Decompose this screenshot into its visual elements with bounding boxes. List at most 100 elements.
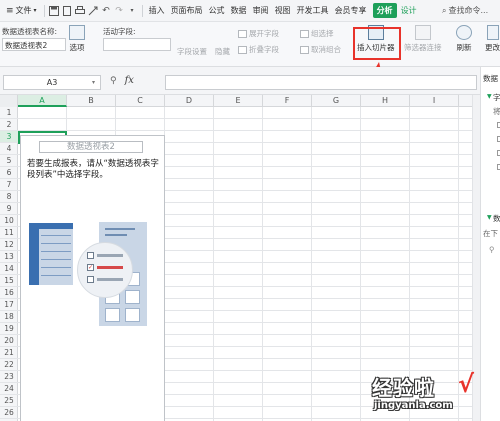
- ungroup-icon: [300, 45, 309, 54]
- menu-item-insert[interactable]: 插入: [146, 5, 168, 16]
- field-row-illustration: [87, 251, 123, 259]
- row-header[interactable]: 16: [0, 287, 18, 299]
- column-header-e[interactable]: E: [214, 95, 263, 107]
- row-header[interactable]: 12: [0, 239, 18, 251]
- menu-item-formulas[interactable]: 公式: [206, 5, 228, 16]
- column-header-f[interactable]: F: [263, 95, 312, 107]
- row-header[interactable]: 14: [0, 263, 18, 275]
- row-header[interactable]: 6: [0, 167, 18, 179]
- options-icon: [69, 25, 85, 40]
- tab-analyze[interactable]: 分析: [372, 3, 397, 18]
- row-header[interactable]: 11: [0, 227, 18, 239]
- refresh-button[interactable]: 刷新: [456, 25, 472, 53]
- save-icon[interactable]: [48, 4, 61, 17]
- formula-input[interactable]: [165, 75, 477, 90]
- pivot-instruction: 若要生成报表，请从“数据透视表字段列表”中选择字段。: [27, 159, 159, 180]
- menu-item-review[interactable]: 审阅: [250, 5, 272, 16]
- menu-item-developer[interactable]: 开发工具: [294, 5, 332, 16]
- filter-icon: ⚲: [489, 245, 495, 254]
- print-icon[interactable]: [74, 4, 87, 17]
- tab-design[interactable]: 设计: [397, 5, 421, 16]
- column-header-h[interactable]: H: [361, 95, 410, 107]
- row-header[interactable]: 8: [0, 191, 18, 203]
- row-header[interactable]: 18: [0, 311, 18, 323]
- refresh-icon: [456, 25, 472, 40]
- pane-drag-hint: 将: [493, 107, 500, 116]
- chevron-down-icon: ▾: [33, 7, 37, 14]
- row-header[interactable]: 13: [0, 251, 18, 263]
- group-selection-button[interactable]: 组选择: [300, 28, 334, 39]
- name-box[interactable]: A3: [3, 75, 101, 90]
- hamburger-icon: ≡: [6, 5, 14, 16]
- row-header[interactable]: 20: [0, 335, 18, 347]
- filter-connections-icon: [414, 25, 431, 40]
- active-field-input[interactable]: [103, 38, 171, 51]
- checkmark-icon: √: [458, 370, 475, 398]
- filter-connections-button[interactable]: 筛选器连接: [404, 25, 442, 53]
- row-header[interactable]: 19: [0, 323, 18, 335]
- row-header[interactable]: 23: [0, 371, 18, 383]
- row-header[interactable]: 3: [0, 131, 18, 143]
- separator: [43, 4, 45, 17]
- pivot-name-input[interactable]: 数据透视表2: [2, 38, 66, 51]
- column-header-c[interactable]: C: [116, 95, 165, 107]
- pivot-table-placeholder[interactable]: 数据透视表2 若要生成报表，请从“数据透视表字段列表”中选择字段。 ✓: [20, 135, 165, 421]
- row-header[interactable]: 9: [0, 203, 18, 215]
- row-header[interactable]: 1: [0, 107, 18, 119]
- fx-icon[interactable]: fx: [125, 75, 134, 86]
- row-header[interactable]: 25: [0, 395, 18, 407]
- separator: [141, 4, 143, 17]
- ungroup-button[interactable]: 取消组合: [300, 44, 341, 55]
- row-header[interactable]: 4: [0, 143, 18, 155]
- row-header[interactable]: 2: [0, 119, 18, 131]
- file-menu[interactable]: ≡ 文件 ▾: [0, 3, 41, 19]
- filter-connections-label: 筛选器连接: [404, 43, 442, 52]
- row-header[interactable]: 22: [0, 359, 18, 371]
- command-search[interactable]: ⌕ 查找命令...: [442, 3, 498, 18]
- group-selection-label: 组选择: [311, 29, 334, 38]
- redo-icon[interactable]: ↷: [113, 4, 126, 17]
- column-header-i[interactable]: I: [410, 95, 459, 107]
- expand-field-button[interactable]: 展开字段: [238, 28, 279, 39]
- watermark: 经验啦 √ jingyanla.com: [372, 370, 484, 418]
- change-source-button[interactable]: 更改: [485, 25, 500, 53]
- row-header[interactable]: 26: [0, 407, 18, 419]
- collapse-triangle-icon[interactable]: ▼: [487, 214, 492, 221]
- pane-section-areas: 数: [493, 214, 500, 223]
- menu-item-view[interactable]: 视图: [272, 5, 294, 16]
- change-source-label: 更改: [485, 43, 500, 52]
- more-chevron-icon[interactable]: ▾: [126, 4, 139, 17]
- undo-icon[interactable]: ↶: [100, 4, 113, 17]
- expand-field-icon: [238, 29, 247, 38]
- row-header[interactable]: 24: [0, 383, 18, 395]
- menu-item-member[interactable]: 会员专享: [332, 5, 370, 16]
- chevron-down-icon[interactable]: ▾: [92, 79, 95, 86]
- menu-item-data[interactable]: 数据: [228, 5, 250, 16]
- column-header-g[interactable]: G: [312, 95, 361, 107]
- hide-button[interactable]: 隐藏: [215, 46, 230, 57]
- column-header-b[interactable]: B: [67, 95, 116, 107]
- menu-item-page-layout[interactable]: 页面布局: [168, 5, 206, 16]
- row-header[interactable]: 17: [0, 299, 18, 311]
- table-illustration: [29, 223, 73, 285]
- print-preview-icon[interactable]: [61, 4, 74, 17]
- field-settings-button[interactable]: 字段设置: [177, 46, 207, 57]
- row-header[interactable]: 21: [0, 347, 18, 359]
- options-label: 选项: [69, 43, 85, 52]
- row-header[interactable]: 5: [0, 155, 18, 167]
- row-header[interactable]: 15: [0, 275, 18, 287]
- group-selection-icon: [300, 29, 309, 38]
- column-header-d[interactable]: D: [165, 95, 214, 107]
- row-header[interactable]: 10: [0, 215, 18, 227]
- formula-bar: A3 ▾ ⚲ fx: [0, 67, 480, 95]
- collapse-field-button[interactable]: 折叠字段: [238, 44, 279, 55]
- select-all-corner[interactable]: [0, 95, 18, 107]
- change-source-icon: [486, 25, 499, 40]
- options-button[interactable]: 选项: [69, 25, 85, 53]
- command-search-label: 查找命令...: [448, 6, 489, 15]
- row-header[interactable]: 7: [0, 179, 18, 191]
- column-header-a[interactable]: A: [18, 95, 67, 107]
- format-painter-icon[interactable]: [87, 4, 100, 17]
- collapse-triangle-icon[interactable]: ▼: [487, 93, 492, 100]
- zoom-icon[interactable]: ⚲: [110, 76, 117, 86]
